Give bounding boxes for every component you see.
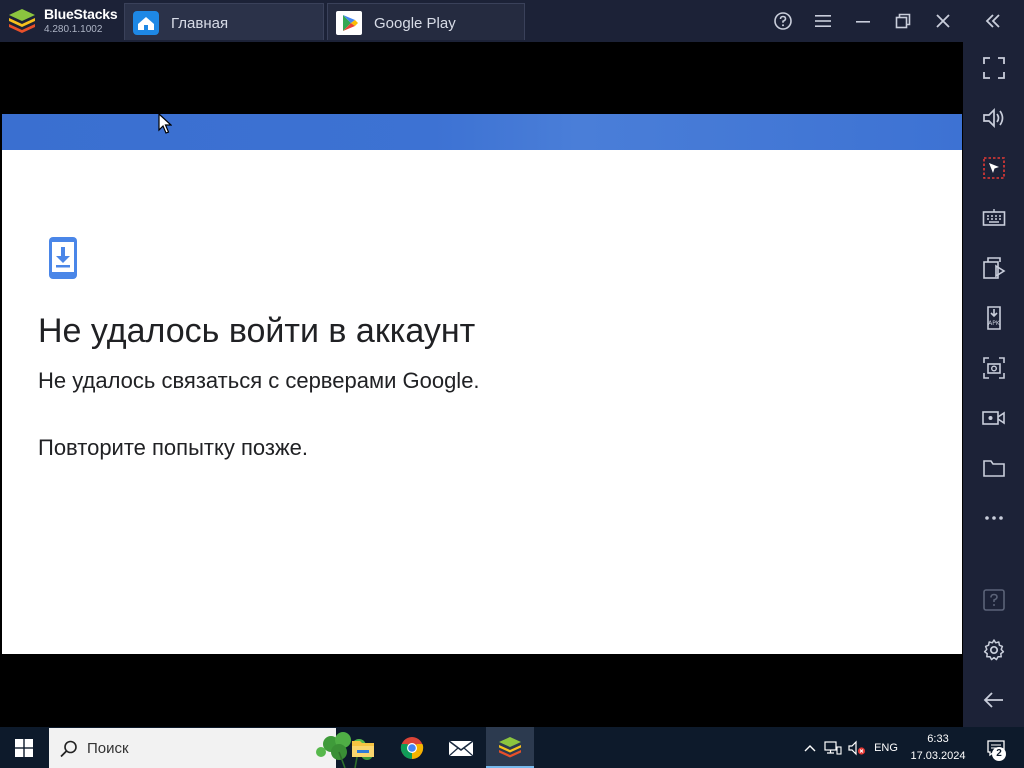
- restore-icon: [895, 13, 911, 29]
- app-name: BlueStacks: [44, 6, 118, 22]
- error-message: Не удалось связаться с серверами Google.: [38, 368, 480, 393]
- folder-icon: [983, 460, 1005, 477]
- help-icon: [983, 589, 1005, 611]
- restore-button[interactable]: [890, 8, 916, 34]
- multi-instance-button[interactable]: [979, 253, 1009, 283]
- taskbar-bluestacks[interactable]: [486, 727, 534, 768]
- tab-google-play-label: Google Play: [374, 15, 456, 32]
- tab-home-label: Главная: [171, 15, 229, 32]
- pointer-lock-button[interactable]: [979, 153, 1009, 183]
- start-button[interactable]: [0, 727, 48, 768]
- app-version: 4.280.1.1002: [44, 24, 103, 35]
- home-icon: [133, 11, 159, 35]
- bluestacks-brand: BlueStacks 4.280.1.1002: [0, 0, 122, 42]
- volume-button[interactable]: [979, 103, 1009, 133]
- taskbar-chrome[interactable]: [388, 727, 436, 768]
- install-apk-button[interactable]: APK: [979, 303, 1009, 333]
- record-button[interactable]: [979, 403, 1009, 433]
- settings-icon: [983, 639, 1005, 661]
- tab-home[interactable]: Главная: [124, 3, 324, 40]
- tray-clock[interactable]: 6:33 17.03.2024: [906, 727, 970, 768]
- menu-icon: [815, 15, 831, 27]
- collapse-sidebar-button[interactable]: [980, 8, 1006, 34]
- collapse-sidebar-icon: [985, 14, 1000, 28]
- back-icon: [983, 692, 1003, 708]
- bluestacks-sidebar: APK: [963, 42, 1024, 727]
- clock-time: 6:33: [927, 732, 949, 745]
- taskbar-mail[interactable]: [437, 727, 485, 768]
- mail-icon: [448, 739, 474, 756]
- bluestacks-logo-icon: [9, 9, 35, 33]
- tray-overflow-button[interactable]: [800, 727, 820, 768]
- pointer-lock-icon: [983, 157, 1005, 179]
- minimize-button[interactable]: [850, 8, 876, 34]
- google-play-icon: [336, 11, 362, 35]
- retry-message: Повторите попытку позже.: [38, 435, 309, 460]
- menu-button[interactable]: [810, 8, 836, 34]
- clock-date: 17.03.2024: [910, 749, 966, 762]
- folder-button[interactable]: [979, 453, 1009, 483]
- bluestacks-icon: [499, 736, 521, 757]
- multi-instance-icon: [983, 257, 1006, 279]
- search-icon: [60, 740, 77, 758]
- phone-download-icon: [49, 237, 77, 279]
- title-bar: BlueStacks 4.280.1.1002 Главная Google P…: [0, 0, 1024, 42]
- tray-language[interactable]: ENG: [870, 727, 902, 768]
- screenshot-icon: [983, 357, 1005, 379]
- taskbar-search-box[interactable]: Поиск: [49, 728, 373, 768]
- sidebar-help-button[interactable]: [979, 585, 1009, 615]
- help-button[interactable]: [770, 8, 796, 34]
- keyboard-button[interactable]: [979, 203, 1009, 233]
- fullscreen-button[interactable]: [979, 53, 1009, 83]
- tray-volume-button[interactable]: [846, 727, 868, 768]
- tray-network-button[interactable]: [822, 727, 844, 768]
- mouse-cursor-icon: [158, 113, 172, 134]
- taskbar-file-explorer[interactable]: [339, 727, 387, 768]
- windows-taskbar: Поиск ENG 6:33 17.03.2024 2: [0, 727, 1024, 768]
- help-icon: [774, 12, 792, 30]
- keyboard-icon: [982, 209, 1006, 226]
- fullscreen-icon: [983, 57, 1005, 79]
- screenshot-button[interactable]: [979, 353, 1009, 383]
- install-apk-icon: APK: [987, 306, 1001, 330]
- notification-count-badge: 2: [992, 747, 1006, 761]
- more-icon: [985, 516, 1003, 520]
- close-button[interactable]: [930, 8, 956, 34]
- tab-google-play[interactable]: Google Play: [327, 3, 525, 40]
- minimize-icon: [856, 21, 870, 23]
- record-icon: [982, 411, 1005, 425]
- windows-logo-icon: [15, 738, 33, 757]
- error-page: Не удалось войти в аккаунт Не удалось св…: [2, 150, 962, 654]
- close-icon: [936, 14, 950, 28]
- back-button[interactable]: [979, 685, 1009, 715]
- volume-muted-icon: [848, 740, 866, 755]
- settings-button[interactable]: [979, 635, 1009, 665]
- volume-icon: [983, 107, 1004, 129]
- android-screen: Не удалось войти в аккаунт Не удалось св…: [0, 42, 963, 727]
- chevron-up-icon: [804, 744, 816, 751]
- more-button[interactable]: [979, 503, 1009, 533]
- file-explorer-icon: [352, 740, 374, 757]
- svg-text:APK: APK: [988, 320, 1001, 327]
- chrome-icon: [400, 736, 424, 759]
- app-header-bar: [2, 114, 962, 150]
- search-placeholder: Поиск: [87, 740, 129, 757]
- error-title: Не удалось войти в аккаунт: [38, 312, 476, 350]
- network-icon: [824, 740, 842, 755]
